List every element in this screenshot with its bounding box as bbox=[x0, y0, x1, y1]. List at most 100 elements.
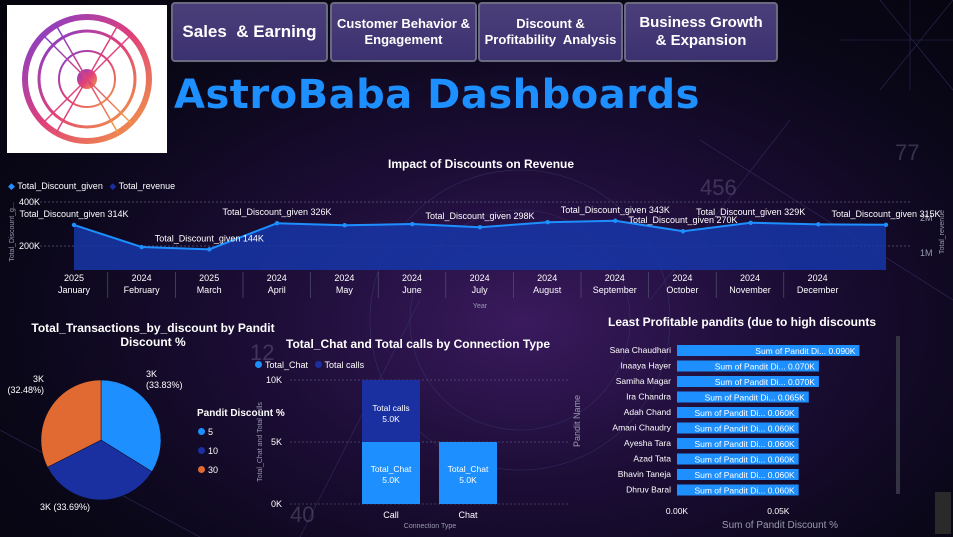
discount-point bbox=[680, 229, 686, 234]
connection-column-chart: 10K 5K 0K Total_Chat and Total calls Total_C… bbox=[257, 375, 570, 530]
x-tick-month: April bbox=[268, 285, 286, 295]
discount-point bbox=[816, 222, 821, 227]
nav-sales-earning-button[interactable]: Sales & Earning bbox=[171, 2, 328, 62]
discount-point bbox=[342, 223, 347, 228]
data-label: Total_Discount_given 329K bbox=[696, 207, 805, 217]
discount-point bbox=[71, 222, 77, 228]
discount-point bbox=[883, 222, 889, 227]
x-tick-year: 2024 bbox=[672, 273, 692, 283]
pandit-name-label: Samiha Magar bbox=[616, 376, 671, 386]
revenue-line-chart: 400K200K2M1MTotal_Discount_g... Total_rev… bbox=[9, 197, 946, 310]
x-tick-month: July bbox=[472, 285, 489, 295]
x-axis-title: Connection Type bbox=[404, 523, 457, 530]
x-tick-label: Call bbox=[383, 510, 399, 520]
pandit-name-label: Adah Chand bbox=[624, 407, 672, 417]
data-label: Sum of Pandit Di... 0.070K bbox=[715, 362, 815, 372]
nav-label: Business Growth & Expansion bbox=[639, 14, 763, 49]
legend-revenue-label: Total_revenue bbox=[118, 181, 176, 191]
connection-chart-title: Total_Chat and Total calls by Connection… bbox=[286, 337, 551, 351]
y2-tick-label: 1M bbox=[920, 248, 933, 258]
pie-data-label: 3K (32.48%) bbox=[7, 374, 44, 395]
x-tick-month: May bbox=[336, 285, 354, 295]
discount-point bbox=[410, 221, 415, 227]
astrology-wheel-logo bbox=[7, 5, 167, 153]
data-label: Sum of Pandit Di... 0.060K bbox=[694, 455, 794, 465]
data-label: Total_Discount_given 326K bbox=[222, 207, 331, 217]
discount-point bbox=[207, 247, 212, 252]
x-tick-year: 2024 bbox=[334, 273, 354, 283]
data-label: Sum of Pandit Di... 0.090K bbox=[755, 346, 855, 356]
x-tick-year: 2024 bbox=[267, 273, 287, 283]
data-label: Total_Discount_given 343K bbox=[561, 205, 670, 215]
revenue-chart-title: Impact of Discounts on Revenue bbox=[388, 157, 575, 171]
pandit-name-label: Amani Chaudry bbox=[612, 423, 671, 433]
y-tick-label: 10K bbox=[266, 375, 282, 385]
x-tick-month: August bbox=[533, 285, 562, 295]
nav-customer-behavior-button[interactable]: Customer Behavior & Engagement bbox=[330, 2, 477, 62]
x-tick-label: Chat bbox=[458, 510, 478, 520]
x-tick-year: 2024 bbox=[740, 273, 760, 283]
x-tick-month: June bbox=[402, 285, 422, 295]
x-tick-month: October bbox=[666, 285, 698, 295]
x-tick-month: September bbox=[593, 285, 637, 295]
pie-legend-item-30: 30 bbox=[198, 461, 218, 480]
y-axis-title: Pandit Name bbox=[572, 395, 582, 447]
x-tick-year: 2024 bbox=[470, 273, 490, 283]
x-tick-year: 2024 bbox=[605, 273, 625, 283]
y-tick-label: 0K bbox=[271, 499, 282, 509]
pie-data-label: 3K (33.83%) bbox=[146, 369, 183, 390]
data-label: Sum of Pandit Di... 0.065K bbox=[705, 393, 805, 403]
x-tick-month: February bbox=[124, 285, 161, 295]
data-label: 5.0K bbox=[382, 414, 400, 424]
x-tick-year: 2025 bbox=[199, 273, 219, 283]
y-axis-title: Total_Discount_g... bbox=[9, 202, 16, 262]
data-label: Sum of Pandit Di... 0.070K bbox=[715, 377, 815, 387]
data-label: Sum of Pandit Di... 0.060K bbox=[694, 424, 794, 434]
x-tick-month: November bbox=[729, 285, 771, 295]
discount-point bbox=[545, 219, 550, 225]
x-tick-year: 2024 bbox=[132, 273, 152, 283]
data-label: Sum of Pandit Di... 0.060K bbox=[694, 470, 794, 480]
pandit-name-label: Dhruv Baral bbox=[626, 485, 671, 495]
data-label: Total calls bbox=[372, 403, 409, 413]
pandit-name-label: Ayesha Tara bbox=[624, 438, 671, 448]
discount-point bbox=[274, 221, 280, 226]
pie-legend: 5 10 30 bbox=[198, 423, 218, 480]
zodiac-wheel-icon bbox=[22, 14, 152, 144]
discount-point bbox=[748, 220, 753, 225]
data-label: Sum of Pandit Di... 0.060K bbox=[694, 439, 794, 449]
pandit-name-label: Inaaya Hayer bbox=[620, 361, 671, 371]
least-profitable-bar-chart: Sana Chaudhari Sum of Pandit Di... 0.090K… bbox=[572, 345, 860, 531]
data-label: Total_Discount_given 314K bbox=[19, 209, 128, 219]
pie-data-label: 3K (33.69%) bbox=[40, 502, 90, 512]
x-tick-month: December bbox=[797, 285, 839, 295]
data-label: 5.0K bbox=[382, 475, 400, 485]
legend-discount-label: Total_Discount_given bbox=[17, 181, 103, 191]
data-label: Total_Chat bbox=[448, 464, 489, 474]
pandit-name-label: Azad Tata bbox=[633, 454, 671, 464]
nav-label: Sales & Earning bbox=[182, 21, 317, 41]
y-axis-title: Total_Chat and Total calls bbox=[257, 402, 264, 482]
x-tick-month: January bbox=[58, 285, 91, 295]
data-label: Sum of Pandit Di... 0.060K bbox=[694, 408, 794, 418]
y-tick-label: 200K bbox=[19, 241, 40, 251]
page-scrollbar-thumb[interactable] bbox=[935, 492, 951, 534]
x-tick-year: 2024 bbox=[808, 273, 828, 283]
nav-label: Discount & Profitability Analysis bbox=[484, 16, 617, 47]
least-profitable-title: Least Profitable pandits (due to high di… bbox=[608, 315, 877, 329]
x-axis-title: Year bbox=[473, 303, 488, 310]
x-tick-label: 0.05K bbox=[767, 506, 790, 516]
x-tick-year: 2024 bbox=[402, 273, 422, 283]
transactions-pie-chart: 3K (33.83%) 3K (33.69%) 3K (32.48%) bbox=[7, 369, 183, 512]
page-title: AstroBaba Dashboards bbox=[174, 72, 700, 118]
discount-point bbox=[139, 244, 144, 250]
nav-business-growth-button[interactable]: Business Growth & Expansion bbox=[624, 2, 778, 62]
nav-label: Customer Behavior & Engagement bbox=[337, 16, 470, 47]
y-tick-label: 400K bbox=[19, 197, 40, 207]
nav-discount-profitability-button[interactable]: Discount & Profitability Analysis bbox=[478, 2, 623, 62]
chart-scrollbar[interactable] bbox=[896, 336, 900, 494]
connection-chart-legend: Total_Chat Total calls bbox=[255, 360, 364, 370]
x-axis-title: Sum of Pandit Discount % bbox=[722, 520, 838, 531]
data-label: Total_Discount_given 315K bbox=[831, 209, 940, 219]
legend-diamond-icon: ◆ bbox=[8, 181, 15, 191]
